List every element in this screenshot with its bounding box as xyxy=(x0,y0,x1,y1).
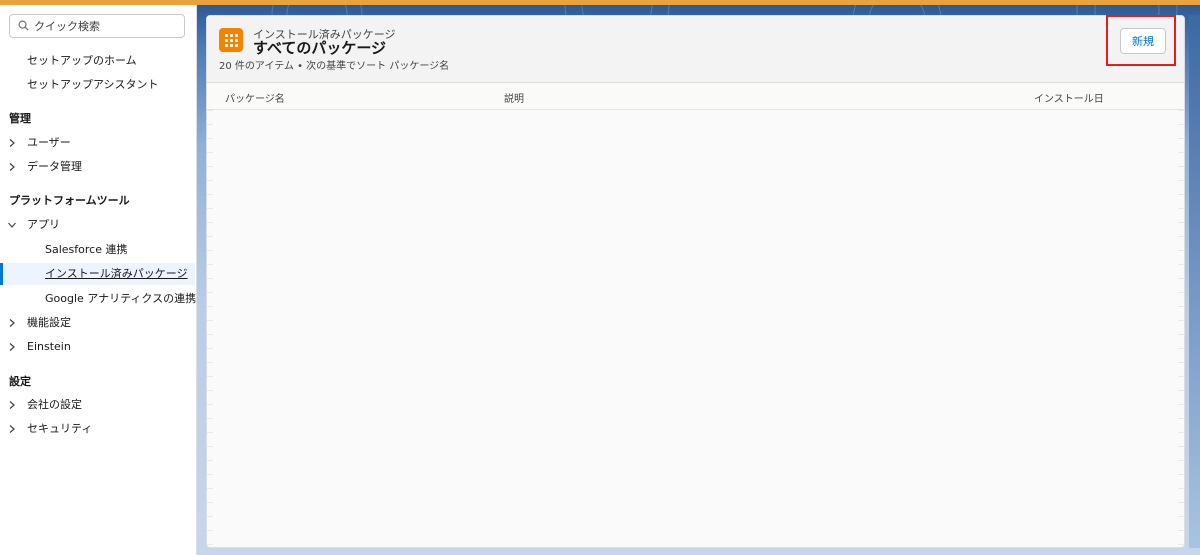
sidebar-item-apps[interactable]: アプリ xyxy=(0,214,195,236)
sidebar-item-label: Google アナリティクスの連携 xyxy=(45,292,197,305)
sidebar-item-installed-packages[interactable]: インストール済みパッケージ xyxy=(0,263,195,285)
sidebar-item-company-settings[interactable]: 会社の設定 xyxy=(0,394,195,416)
quick-search[interactable] xyxy=(9,14,185,38)
section-heading-settings: 設定 xyxy=(9,375,31,388)
table-right-gutter xyxy=(1178,110,1184,547)
sidebar-item-label: Salesforce 連携 xyxy=(45,243,128,256)
annotation-highlight-box xyxy=(1106,15,1176,66)
sidebar-item-label: 会社の設定 xyxy=(27,398,82,411)
table-header: パッケージ名 説明 インストール日 xyxy=(207,83,1184,110)
page-scroll-edge xyxy=(1189,15,1200,548)
search-input[interactable] xyxy=(34,17,179,35)
chevron-down-icon xyxy=(8,222,16,228)
sidebar-item-setup-assistant[interactable]: セットアップアシスタント xyxy=(0,74,195,96)
section-heading-admin: 管理 xyxy=(9,112,31,125)
column-header-install-date[interactable]: インストール日 xyxy=(1034,90,1104,105)
sidebar-item-label: インストール済みパッケージ xyxy=(45,267,188,280)
apps-grid-icon xyxy=(219,28,243,52)
sidebar-item-salesforce-connect[interactable]: Salesforce 連携 xyxy=(0,239,195,261)
sidebar-item-data-management[interactable]: データ管理 xyxy=(0,156,195,178)
sidebar-item-einstein[interactable]: Einstein xyxy=(0,336,195,358)
sidebar-item-google-analytics[interactable]: Google アナリティクスの連携 xyxy=(0,288,197,310)
list-meta-info: 20 件のアイテム • 次の基準でソート パッケージ名 xyxy=(219,61,450,72)
sidebar-item-label: データ管理 xyxy=(27,160,82,173)
sidebar-item-security[interactable]: セキュリティ xyxy=(0,418,195,440)
packages-card: インストール済みパッケージ すべてのパッケージ 20 件のアイテム • 次の基準… xyxy=(206,15,1185,548)
sidebar-item-label: セットアップのホーム xyxy=(27,54,137,67)
chevron-right-icon xyxy=(9,139,15,147)
column-header-description[interactable]: 説明 xyxy=(504,90,524,105)
sidebar-item-label: アプリ xyxy=(27,218,60,231)
chevron-right-icon xyxy=(9,319,15,327)
sidebar-item-users[interactable]: ユーザー xyxy=(0,132,195,154)
page-header: インストール済みパッケージ すべてのパッケージ 20 件のアイテム • 次の基準… xyxy=(207,16,1184,83)
sidebar-item-feature-settings[interactable]: 機能設定 xyxy=(0,312,195,334)
chevron-right-icon xyxy=(9,401,15,409)
sidebar-item-setup-home[interactable]: セットアップのホーム xyxy=(0,50,195,72)
setup-sidebar: セットアップのホーム セットアップアシスタント 管理 ユーザー データ管理 プラ… xyxy=(0,5,197,555)
sidebar-item-label: 機能設定 xyxy=(27,316,71,329)
search-icon xyxy=(18,20,29,31)
chevron-right-icon xyxy=(9,343,15,351)
page-title: すべてのパッケージ xyxy=(253,39,387,57)
sidebar-item-label: Einstein xyxy=(27,340,71,353)
chevron-right-icon xyxy=(9,163,15,171)
sidebar-item-label: ユーザー xyxy=(27,136,71,149)
sidebar-item-label: セットアップアシスタント xyxy=(27,78,159,91)
table-body xyxy=(213,110,1178,547)
column-header-package-name[interactable]: パッケージ名 xyxy=(225,90,285,105)
sidebar-item-label: セキュリティ xyxy=(27,422,93,435)
section-heading-platform-tools: プラットフォームツール xyxy=(9,194,130,207)
chevron-right-icon xyxy=(9,425,15,433)
